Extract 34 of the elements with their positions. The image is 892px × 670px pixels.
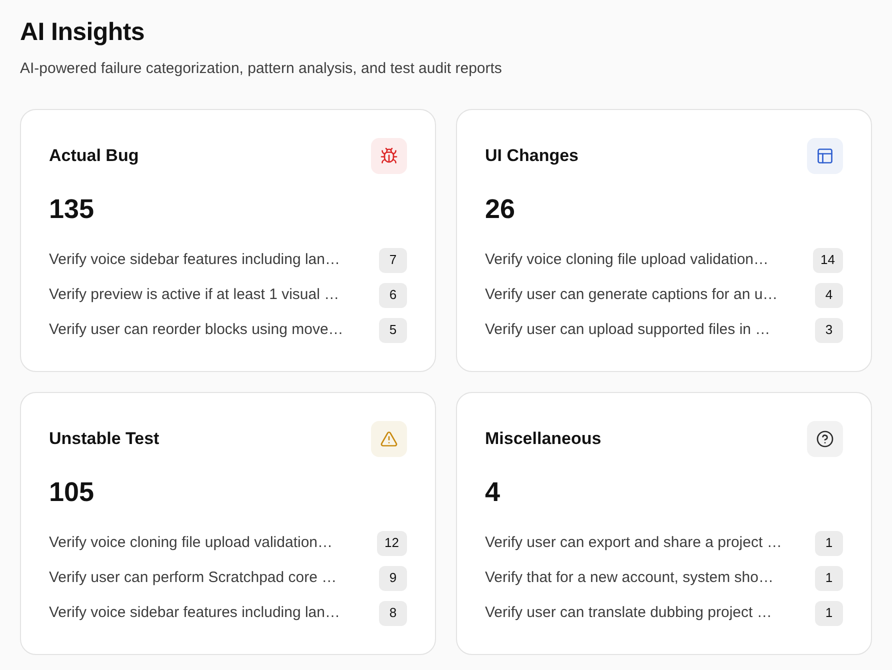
count-badge: 8 bbox=[379, 600, 407, 626]
count-badge: 12 bbox=[376, 530, 407, 556]
count-badge: 1 bbox=[815, 566, 843, 590]
count-badge: 14 bbox=[812, 248, 843, 272]
page-subtitle: AI-powered failure categorization, pattern analysis, and test audit reports bbox=[20, 59, 502, 79]
test-name: Verify voice sidebar features including lan… bbox=[49, 250, 340, 270]
test-name: Verify voice cloning file upload validation… bbox=[49, 533, 332, 553]
test-name: Verify voice sidebar features including lan… bbox=[49, 603, 340, 623]
test-name: Verify user can export and share a project … bbox=[485, 533, 782, 553]
category-title: Miscellaneous bbox=[485, 428, 602, 450]
test-name: Verify user can upload supported files in … bbox=[485, 320, 770, 340]
test-name: Verify that for a new account, system sho… bbox=[485, 568, 774, 588]
page-title: AI Insights bbox=[20, 17, 144, 48]
category-title: Actual Bug bbox=[49, 145, 139, 168]
category-title: UI Changes bbox=[485, 145, 579, 168]
test-name: Verify preview is active if at least 1 visual … bbox=[49, 285, 340, 305]
test-name: Verify voice cloning file upload validation… bbox=[485, 250, 768, 270]
count-badge: 1 bbox=[815, 530, 843, 556]
category-count: 135 bbox=[49, 194, 94, 224]
category-count: 4 bbox=[485, 477, 500, 507]
count-badge: 4 bbox=[815, 282, 843, 308]
test-name: Verify user can reorder blocks using move… bbox=[49, 320, 344, 340]
count-badge: 9 bbox=[379, 566, 407, 590]
count-badge: 3 bbox=[815, 318, 843, 342]
count-badge: 5 bbox=[379, 318, 407, 342]
count-badge: 6 bbox=[379, 282, 407, 308]
test-name: Verify user can translate dubbing project … bbox=[485, 603, 772, 623]
test-name: Verify user can generate captions for an u… bbox=[485, 285, 778, 305]
category-title: Unstable Test bbox=[49, 428, 160, 450]
count-badge: 1 bbox=[815, 600, 843, 626]
test-name: Verify user can perform Scratchpad core … bbox=[49, 568, 337, 588]
category-count: 105 bbox=[49, 477, 94, 507]
count-badge: 7 bbox=[379, 248, 407, 272]
category-count: 26 bbox=[485, 194, 516, 224]
